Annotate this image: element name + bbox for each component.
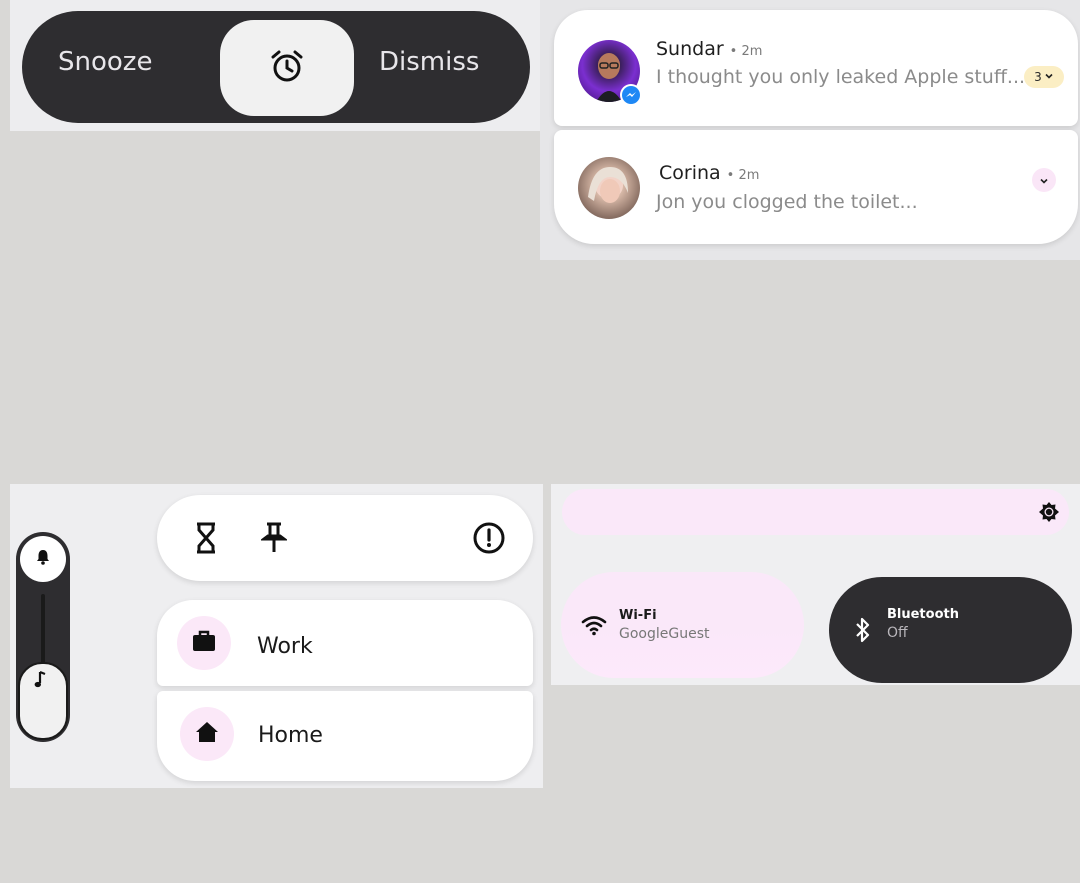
avatar: [578, 157, 640, 219]
timestamp: • 2m: [729, 44, 763, 59]
briefcase-icon: [192, 630, 216, 656]
expand-button[interactable]: [1032, 168, 1056, 192]
timestamp: • 2m: [726, 168, 760, 183]
bluetooth-icon: [850, 617, 876, 643]
notification-card[interactable]: Corina • 2m Jon you clogged the toilet...: [554, 130, 1078, 244]
message-count-chip[interactable]: 3: [1024, 66, 1064, 88]
chevron-down-icon: [1039, 171, 1049, 190]
wifi-title: Wi-Fi: [619, 608, 657, 623]
message-count: 3: [1034, 70, 1042, 84]
volume-slider[interactable]: [16, 532, 70, 742]
ringer-button[interactable]: [20, 536, 66, 582]
alarm-action-bar: Snooze Dismiss: [22, 11, 530, 123]
sender-name: Sundar: [656, 38, 724, 60]
focus-panel: Work Home: [10, 484, 543, 788]
alert-circle-icon[interactable]: [473, 522, 505, 554]
mode-work[interactable]: Work: [157, 600, 533, 686]
home-icon: [195, 721, 219, 747]
mode-label: Home: [258, 723, 323, 748]
sender-name: Corina: [659, 162, 721, 184]
wifi-tile[interactable]: Wi-Fi GoogleGuest: [561, 572, 804, 678]
pin-icon[interactable]: [258, 522, 290, 554]
notification-actions-bar: [157, 495, 533, 581]
notifications-panel: Sundar • 2m I thought you only leaked App…: [540, 0, 1080, 260]
volume-track-line: [41, 594, 45, 666]
alarm-clock-icon: [269, 48, 305, 88]
alarm-center-button[interactable]: [220, 20, 354, 116]
message-preview: Jon you clogged the toilet...: [656, 191, 918, 213]
bell-icon: [34, 548, 52, 570]
music-note-icon: [33, 670, 49, 694]
notification-card[interactable]: Sundar • 2m I thought you only leaked App…: [554, 10, 1078, 126]
mode-label: Work: [257, 634, 313, 659]
bluetooth-title: Bluetooth: [887, 607, 959, 622]
snooze-button[interactable]: Snooze: [58, 47, 152, 77]
chevron-down-icon: [1044, 70, 1054, 84]
message-preview: I thought you only leaked Apple stuff...: [656, 66, 1026, 88]
mode-home[interactable]: Home: [157, 691, 533, 781]
dismiss-button[interactable]: Dismiss: [379, 47, 479, 77]
brightness-icon: [1039, 502, 1059, 522]
brightness-slider[interactable]: [562, 489, 1069, 535]
bluetooth-tile[interactable]: Bluetooth Off: [829, 577, 1072, 683]
alarm-panel: Snooze Dismiss: [10, 0, 540, 131]
bluetooth-status: Off: [887, 625, 908, 641]
messenger-icon: [620, 84, 642, 106]
wifi-icon: [581, 612, 607, 638]
volume-thumb[interactable]: [18, 662, 68, 740]
wifi-network: GoogleGuest: [619, 626, 710, 642]
quick-settings-panel: Wi-Fi GoogleGuest Bluetooth Off: [551, 484, 1080, 685]
hourglass-icon[interactable]: [190, 522, 222, 554]
